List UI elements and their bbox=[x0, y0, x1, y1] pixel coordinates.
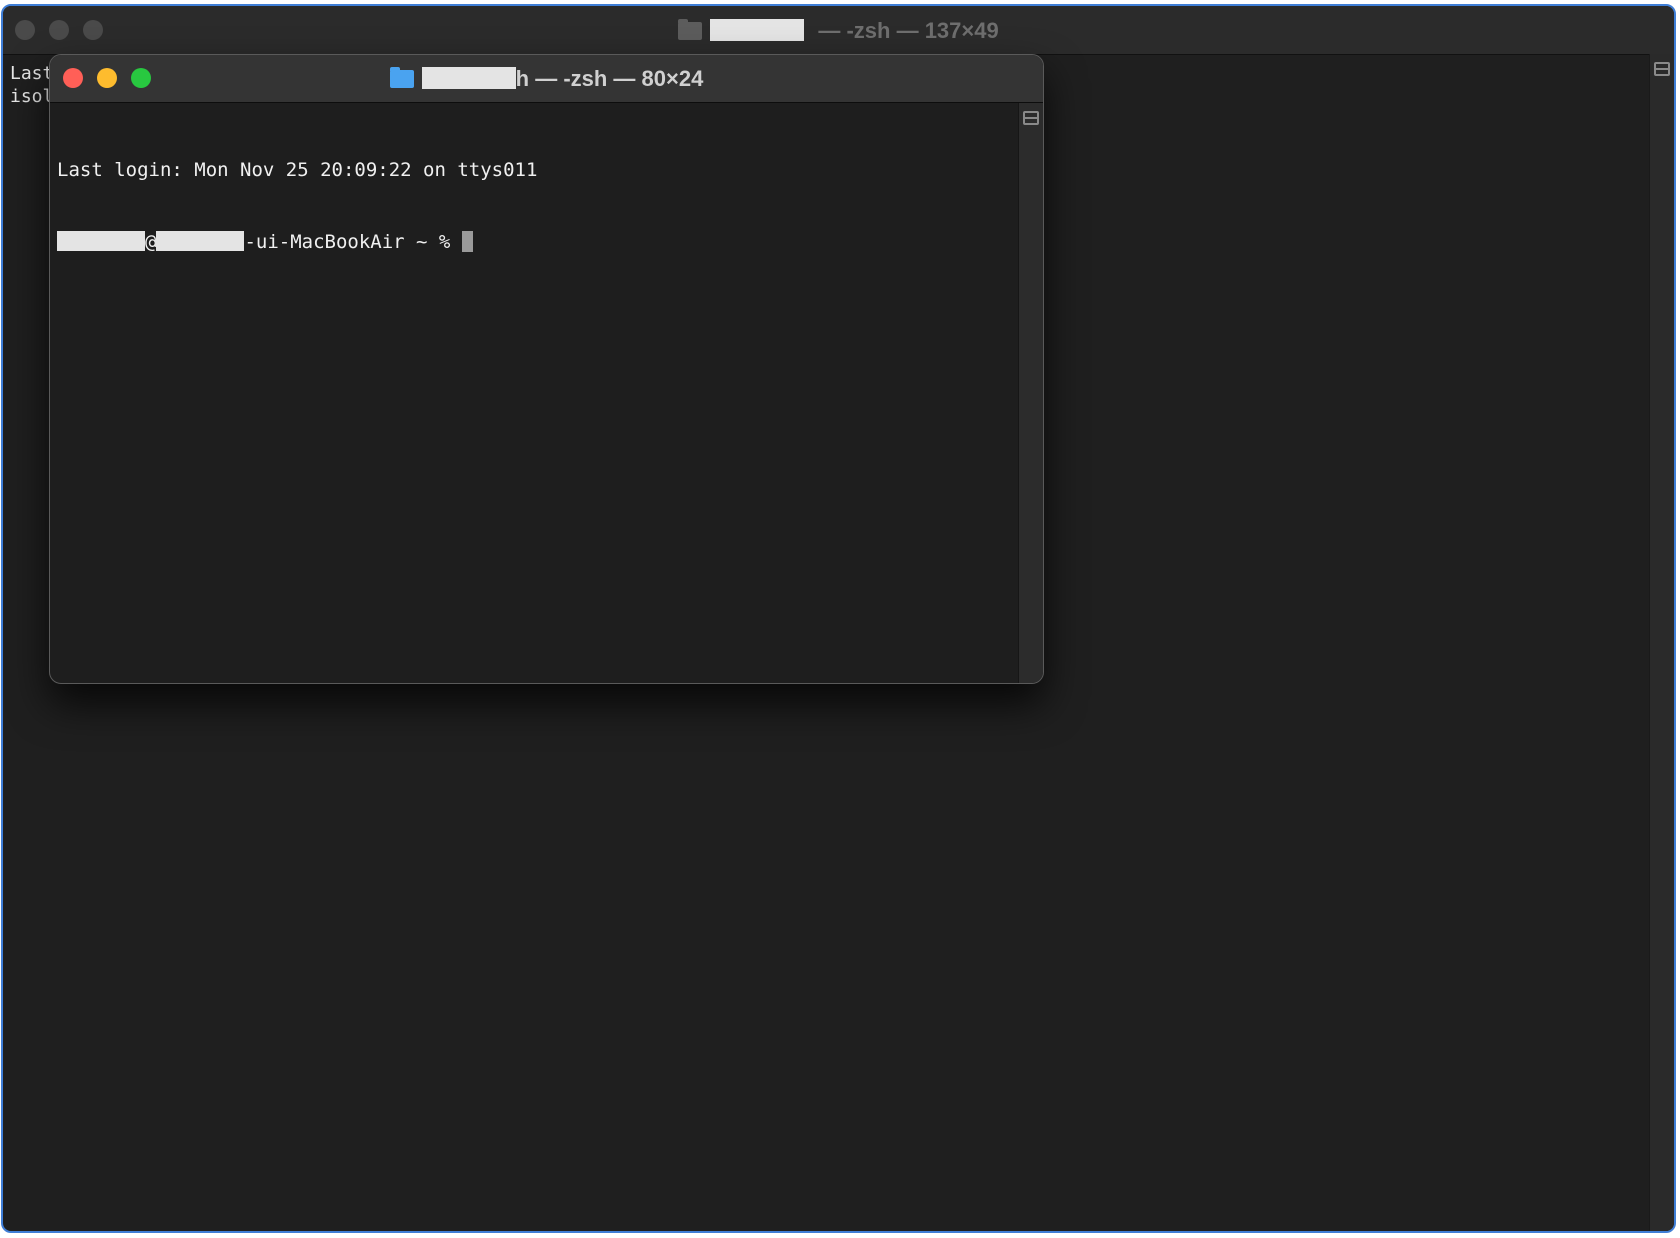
last-login-line: Last login: Mon Nov 25 20:09:22 on ttys0… bbox=[57, 159, 538, 181]
foreground-window-titlebar[interactable]: h — -zsh — 80×24 bbox=[50, 55, 1043, 103]
folder-icon bbox=[389, 67, 414, 88]
split-pane-icon[interactable] bbox=[1023, 111, 1039, 125]
redacted-username bbox=[57, 231, 145, 251]
background-text-line: isol bbox=[10, 86, 54, 107]
foreground-scrollbar[interactable] bbox=[1018, 103, 1043, 683]
background-terminal-output[interactable]: Last isol bbox=[10, 62, 53, 108]
desktop: — -zsh — 137×49 Last isol h — -zsh — 80×2… bbox=[0, 0, 1680, 1238]
background-window-title: — -zsh — 137×49 bbox=[3, 18, 1674, 44]
redacted-folder-name bbox=[421, 67, 516, 89]
background-scrollbar[interactable] bbox=[1649, 54, 1674, 1231]
foreground-terminal-window[interactable]: h — -zsh — 80×24 Last login: Mon Nov 25 … bbox=[49, 54, 1044, 684]
prompt-host-suffix: -ui-MacBookAir ~ % bbox=[244, 231, 462, 253]
prompt-at-sign: @ bbox=[145, 231, 157, 253]
background-window-titlebar[interactable]: — -zsh — 137×49 bbox=[3, 6, 1674, 55]
folder-icon bbox=[678, 19, 703, 40]
terminal-output[interactable]: Last login: Mon Nov 25 20:09:22 on ttys0… bbox=[50, 103, 1019, 683]
split-pane-icon[interactable] bbox=[1654, 62, 1670, 76]
background-title-text: — -zsh — 137×49 bbox=[812, 18, 999, 43]
foreground-window-title: h — -zsh — 80×24 bbox=[50, 66, 1043, 92]
redacted-folder-name bbox=[710, 19, 805, 41]
text-cursor[interactable] bbox=[461, 231, 473, 252]
redacted-hostname bbox=[156, 231, 245, 251]
background-text-line: Last bbox=[10, 63, 54, 84]
shell-prompt: @ -ui-MacBookAir ~ % bbox=[57, 230, 1019, 254]
foreground-title-text: h — -zsh — 80×24 bbox=[515, 66, 704, 91]
